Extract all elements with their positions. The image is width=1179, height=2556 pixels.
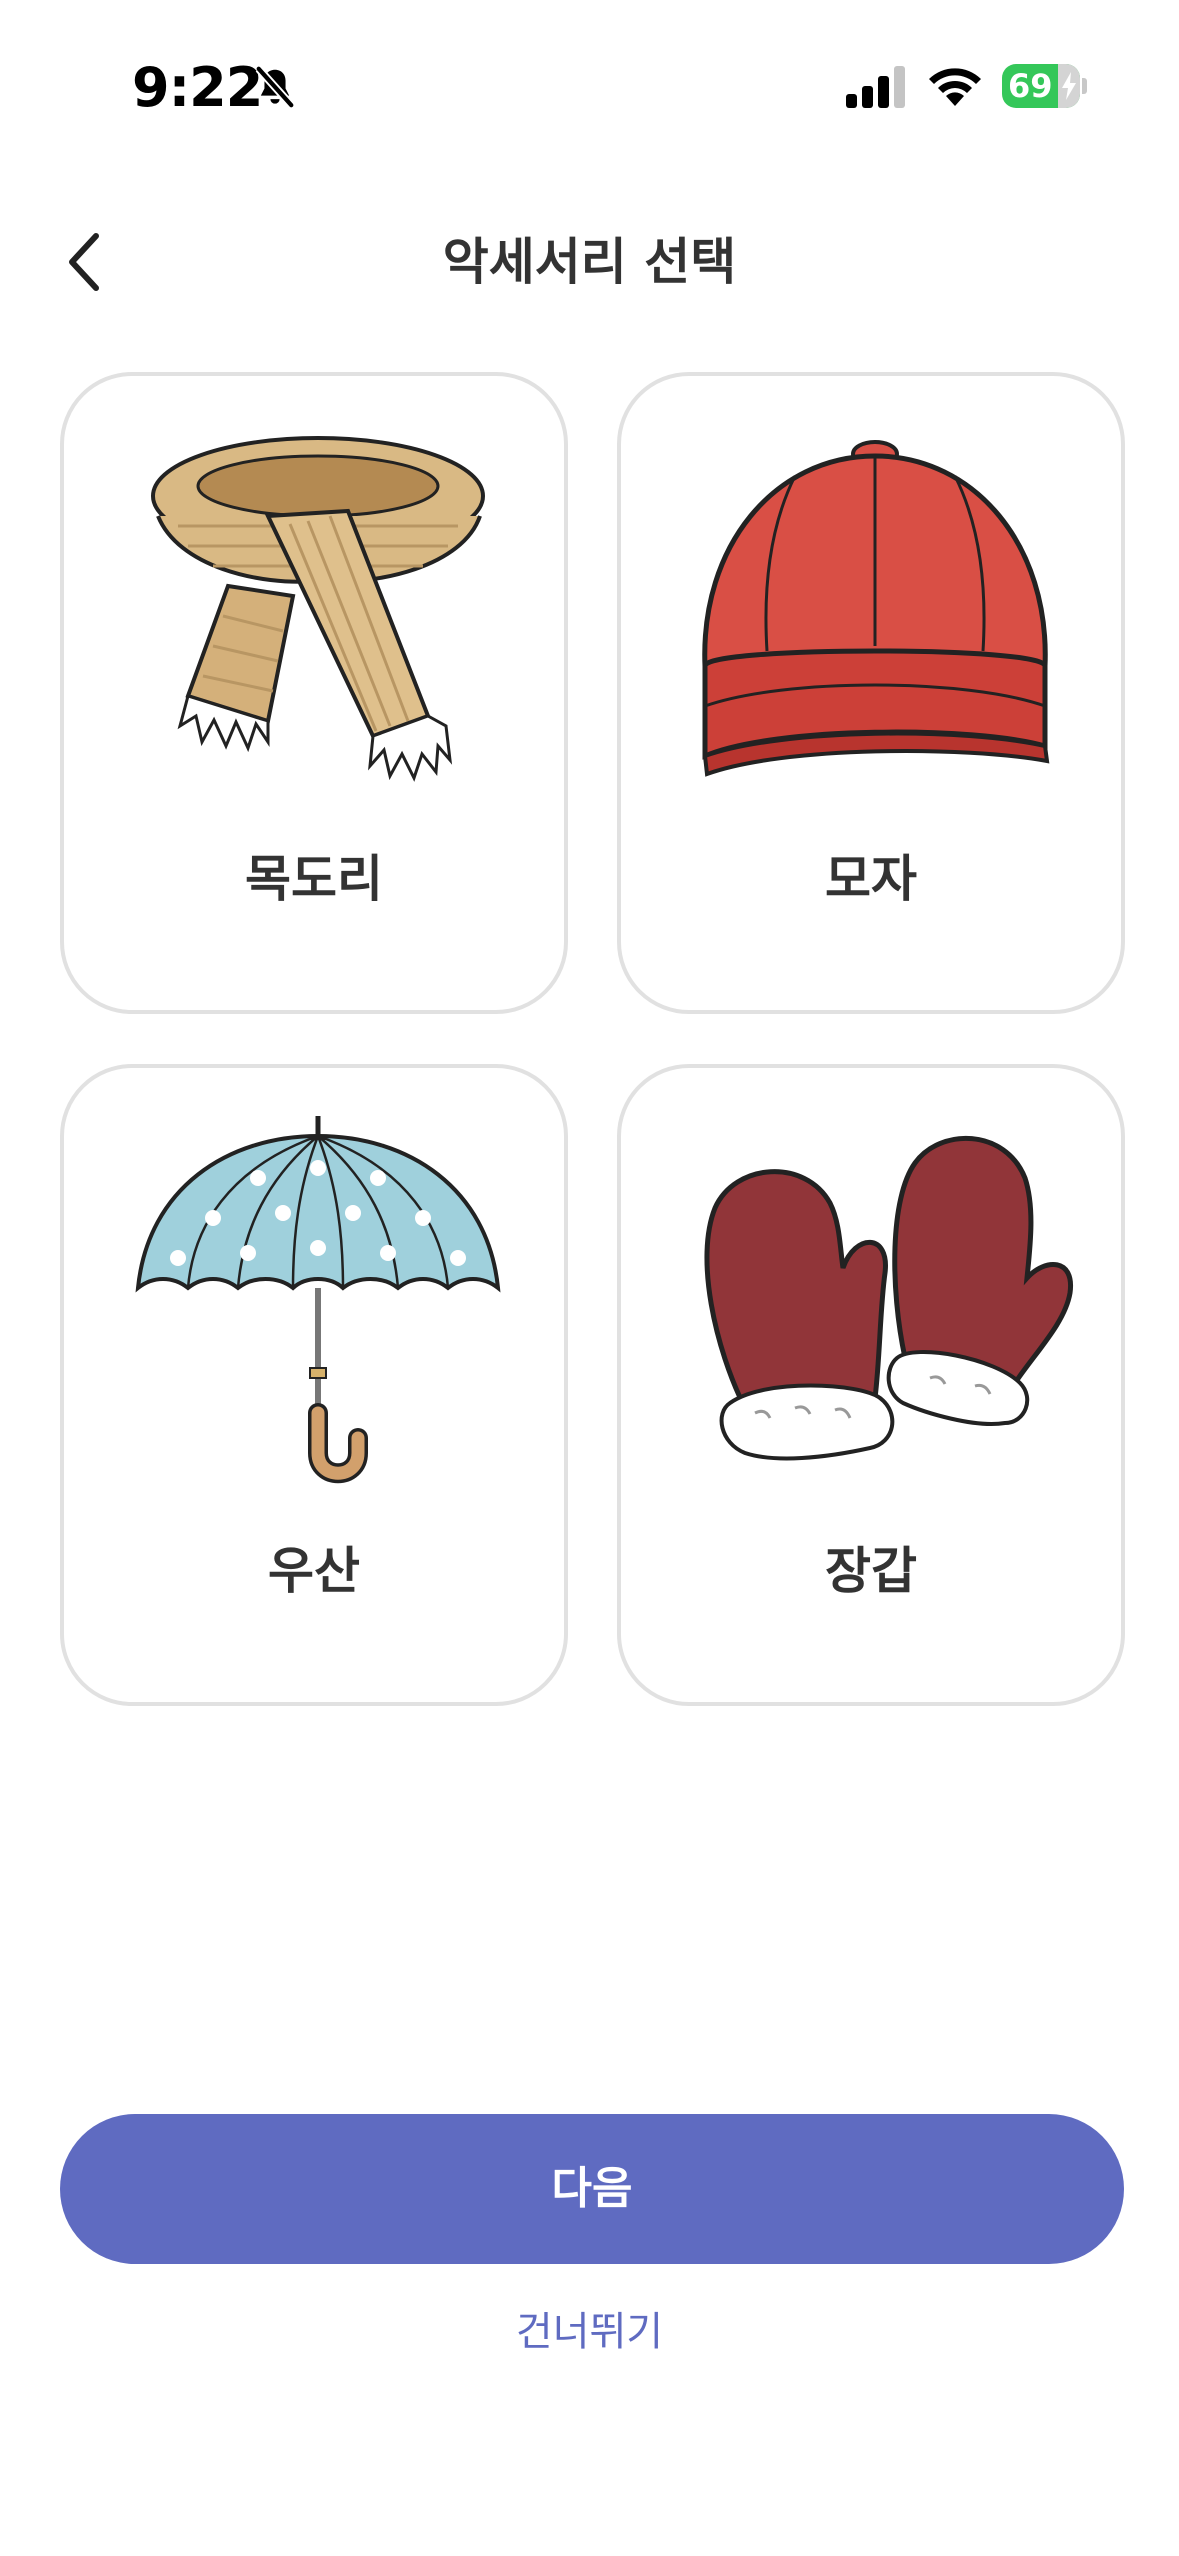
scarf-icon [151, 436, 485, 782]
charging-bolt-icon [1062, 72, 1076, 100]
next-button[interactable]: 다음 [60, 2114, 1124, 2264]
battery-indicator: 69 [1002, 64, 1080, 108]
cellular-signal-icon [846, 66, 905, 108]
umbrella-icon [135, 1116, 501, 1484]
skip-link[interactable]: 건너뛰기 [0, 2300, 1179, 2364]
accessory-card-umbrella[interactable]: 우산 [60, 1064, 568, 1706]
accessory-label: 모자 [825, 850, 917, 908]
battery-cap [1082, 78, 1087, 94]
accessory-select-screen: 9:22 69 악세서리 선택 목도리 모자 우산 장갑 다음 건너뛰기 [0, 0, 1179, 2556]
status-time: 9:22 [132, 56, 263, 119]
accessory-label: 목도리 [245, 850, 383, 908]
bell-slash-icon [255, 66, 295, 108]
battery-percent: 69 [1008, 67, 1053, 105]
accessory-card-cap[interactable]: 모자 [617, 372, 1125, 1014]
accessory-label: 장갑 [825, 1542, 917, 1600]
cap-icon [702, 440, 1050, 777]
page-title: 악세서리 선택 [442, 233, 737, 291]
wifi-icon [929, 68, 981, 106]
accessory-card-scarf[interactable]: 목도리 [60, 372, 568, 1014]
accessory-label: 우산 [268, 1542, 360, 1600]
accessory-card-mittens[interactable]: 장갑 [617, 1064, 1125, 1706]
battery-empty-area [1058, 64, 1080, 108]
mittens-icon [704, 1135, 1073, 1461]
